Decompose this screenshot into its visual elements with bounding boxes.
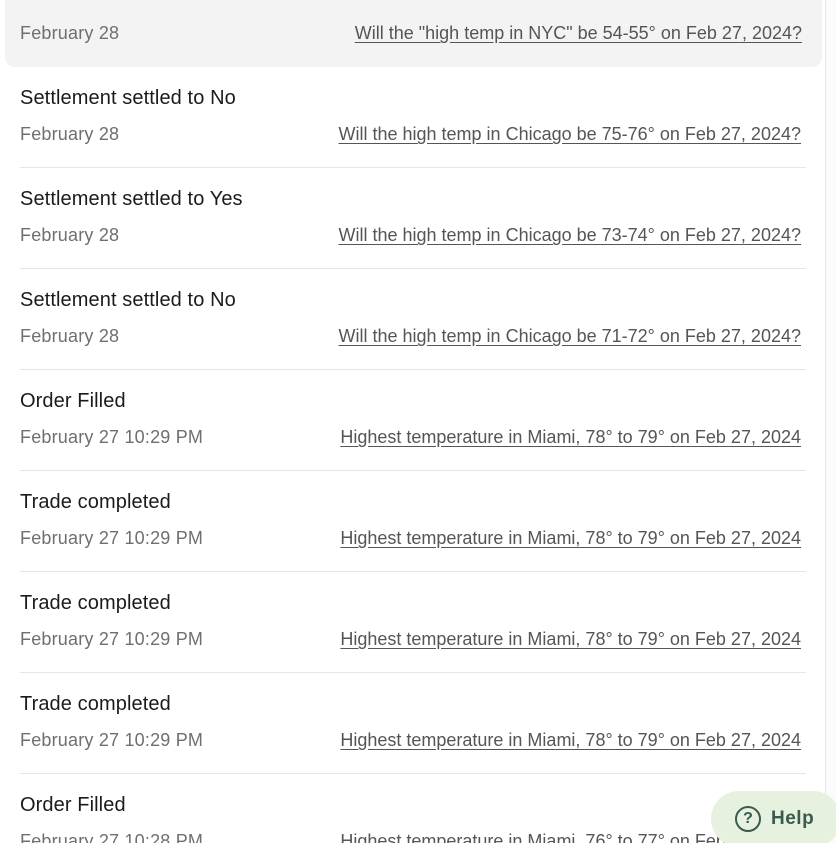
help-button[interactable]: ? Help	[711, 791, 836, 843]
market-link[interactable]: Highest temperature in Miami, 78° to 79°…	[340, 629, 806, 650]
activity-item[interactable]: Trade completed February 27 10:29 PM Hig…	[20, 471, 806, 572]
activity-item[interactable]: Order Filled February 27 10:28 PM Highes…	[20, 774, 806, 843]
activity-date: February 28	[20, 326, 120, 346]
activity-row: February 28 Will the high temp in Chicag…	[20, 326, 806, 347]
market-link[interactable]: Highest temperature in Miami, 78° to 79°…	[340, 427, 806, 448]
market-link[interactable]: Will the "high temp in NYC" be 54-55° on…	[355, 23, 807, 44]
activity-date: February 27 10:29 PM	[20, 528, 204, 548]
market-link[interactable]: Will the high temp in Chicago be 75-76° …	[339, 124, 807, 145]
activity-title: Settlement settled to Yes	[20, 188, 243, 210]
activity-title: Trade completed	[20, 693, 171, 715]
activity-item[interactable]: Order Filled February 27 10:29 PM Highes…	[20, 370, 806, 471]
activity-row: February 28 Will the "high temp in NYC" …	[5, 23, 822, 44]
activity-list: February 28 Will the "high temp in NYC" …	[0, 0, 826, 843]
activity-item[interactable]: Trade completed February 27 10:29 PM Hig…	[20, 673, 806, 774]
activity-row: February 27 10:29 PM Highest temperature…	[20, 730, 806, 751]
activity-title: Order Filled	[20, 390, 126, 412]
question-icon: ?	[735, 806, 761, 832]
market-link[interactable]: Will the high temp in Chicago be 73-74° …	[339, 225, 807, 246]
activity-page: February 28 Will the "high temp in NYC" …	[0, 0, 836, 843]
market-link[interactable]: Highest temperature in Miami, 78° to 79°…	[340, 730, 806, 751]
activity-date: February 27 10:28 PM	[20, 831, 204, 843]
scrollbar[interactable]	[825, 0, 836, 843]
activity-row: February 27 10:29 PM Highest temperature…	[20, 427, 806, 448]
activity-date: February 27 10:29 PM	[20, 427, 204, 447]
activity-date: February 28	[20, 124, 120, 144]
activity-item[interactable]: Trade completed February 27 10:29 PM Hig…	[20, 572, 806, 673]
activity-item[interactable]: February 28 Will the "high temp in NYC" …	[5, 0, 822, 67]
activity-title: Order Filled	[20, 794, 126, 816]
activity-date: February 27 10:29 PM	[20, 629, 204, 649]
activity-item[interactable]: Settlement settled to No February 28 Wil…	[20, 269, 806, 370]
help-label: Help	[771, 808, 815, 829]
activity-item[interactable]: Settlement settled to No February 28 Wil…	[20, 67, 806, 168]
activity-date: February 28	[20, 23, 120, 43]
activity-row: February 27 10:29 PM Highest temperature…	[20, 629, 806, 650]
activity-row: February 27 10:28 PM Highest temperature…	[20, 831, 806, 843]
activity-title: Trade completed	[20, 592, 171, 614]
activity-row: February 28 Will the high temp in Chicag…	[20, 124, 806, 145]
activity-title: Trade completed	[20, 491, 171, 513]
activity-date: February 27 10:29 PM	[20, 730, 204, 750]
activity-item[interactable]: Settlement settled to Yes February 28 Wi…	[20, 168, 806, 269]
activity-row: February 28 Will the high temp in Chicag…	[20, 225, 806, 246]
activity-title: Settlement settled to No	[20, 87, 236, 109]
activity-row: February 27 10:29 PM Highest temperature…	[20, 528, 806, 549]
activity-title: Settlement settled to No	[20, 289, 236, 311]
market-link[interactable]: Will the high temp in Chicago be 71-72° …	[339, 326, 807, 347]
market-link[interactable]: Highest temperature in Miami, 78° to 79°…	[340, 528, 806, 549]
activity-date: February 28	[20, 225, 120, 245]
